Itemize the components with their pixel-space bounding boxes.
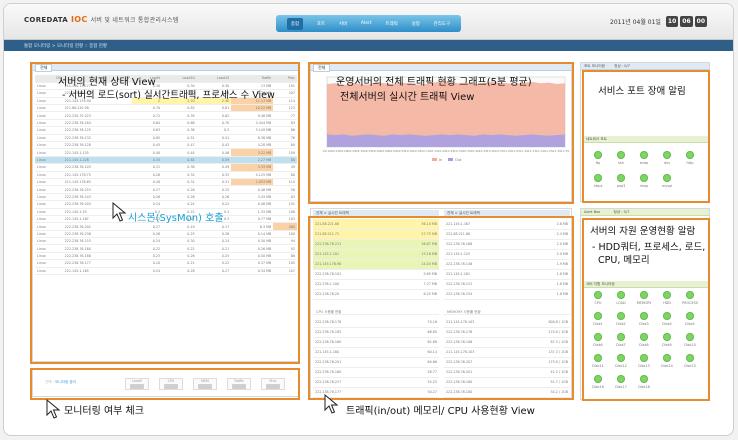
caption-port-alert: 서비스 포트 장애 알림 [598, 86, 686, 97]
cursor-pointer-icon [324, 394, 338, 414]
nav-item[interactable]: 서버 [339, 21, 347, 27]
highlight-monitoring-check [30, 368, 300, 400]
caption-resource-view: 트래픽(in/out) 메모리/ CPU 사용현황 View [346, 406, 535, 417]
nav-item[interactable]: 트래픽 [385, 21, 397, 27]
caption-sysmon-call: 시스몬(SysMon) 호출 [128, 213, 224, 224]
caption-server-status-title: 서버의 현재 상태 View [58, 77, 156, 88]
alert-head-title: Alert Box [584, 210, 601, 214]
caption-server-status-sub: - 서버의 로드(sort) 실시간트래픽, 프로세스 수 View [62, 90, 275, 101]
cursor-pointer-icon [46, 399, 60, 419]
nav-item[interactable]: 설정 [412, 21, 420, 27]
logo-text: COREDATA [24, 16, 68, 24]
top-bar: COREDATA IOC 서버 및 네트워크 통합관리시스템 종합 포트 서버 Alert… [4, 4, 733, 40]
logo-system-name: 서버 및 네트워크 통합관리시스템 [90, 17, 179, 24]
caption-monitoring-check: 모니터링 여부 체크 [64, 406, 144, 417]
clock-minute: 06 [680, 16, 693, 27]
caption-resource-alert-sub1: - HDD쿼터, 프로세스, 로드, [592, 242, 706, 253]
cursor-pointer-icon [112, 202, 126, 222]
port-head-count: 정상 : 0/7 [614, 64, 631, 68]
port-head-title: 포트 모니터링 [584, 64, 605, 68]
date-text: 2011년 04월 01일 [610, 19, 661, 26]
caption-traffic-graph-title: 운영서버의 전체 트래픽 현황 그래프(5분 평균) [336, 77, 532, 88]
logo: COREDATA IOC 서버 및 네트워크 통합관리시스템 [24, 15, 179, 24]
caption-traffic-graph-sub: 전체서버의 실시간 트래픽 View [340, 92, 475, 103]
highlight-resource-tables [308, 216, 574, 400]
breadcrumb: 통합 모니터링 > 모니터링 현황 :: 종합 현황 [4, 40, 733, 51]
logo-brand: IOC [71, 15, 88, 24]
caption-resource-alert-title: 서버의 자원 운영현황 알람 [590, 226, 696, 237]
alert-head: Alert Box 정상 : 0/7 [581, 209, 709, 216]
nav-item[interactable]: 관리도구 [434, 21, 451, 27]
clock-second: 00 [694, 16, 707, 27]
alert-head-status: 정상 : 0/7 [613, 210, 630, 214]
nav-item[interactable]: Alert [361, 21, 372, 26]
clock-hour: 10 [665, 16, 679, 27]
clock: 2011년 04월 01일 10 06 00 [610, 16, 707, 27]
nav-item[interactable]: 포트 [317, 21, 325, 27]
app-window: COREDATA IOC 서버 및 네트워크 통합관리시스템 종합 포트 서버 Alert… [3, 3, 734, 436]
main-nav: 종합 포트 서버 Alert 트래픽 설정 관리도구 [276, 15, 461, 32]
port-head: 포트 모니터링 정상 : 0/7 [581, 63, 709, 70]
nav-item[interactable]: 종합 [286, 17, 304, 30]
caption-resource-alert-sub2: CPU, 메모리 [598, 255, 650, 266]
